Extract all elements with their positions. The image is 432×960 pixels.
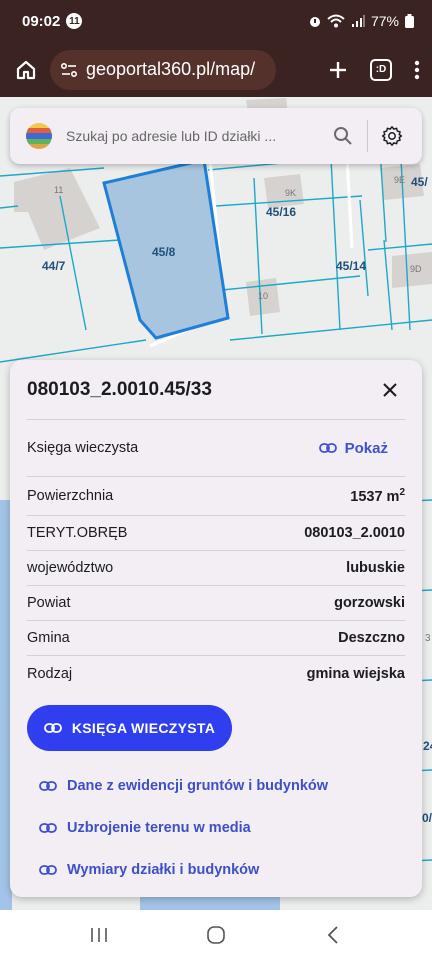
site-settings-icon xyxy=(60,62,78,77)
status-time: 09:02 xyxy=(22,12,61,30)
link-label: Dane z ewidencji gruntów i budynków xyxy=(67,778,329,794)
row-powiat: Powiat gorzowski xyxy=(27,586,405,621)
gear-icon xyxy=(381,126,403,146)
link-icon xyxy=(39,865,57,875)
address-bar[interactable]: geoportal360.pl/map/ xyxy=(50,49,276,90)
land-register-button-label: KSIĘGA WIECZYSTA xyxy=(71,720,216,736)
show-link-label: Pokaż xyxy=(344,439,388,457)
row-value: 080103_2.0010 xyxy=(304,525,405,541)
home-nav-icon xyxy=(207,926,225,944)
home-nav-button[interactable] xyxy=(192,915,240,955)
battery-percent: 77% xyxy=(370,13,399,29)
map-label-45-16: 45/16 xyxy=(266,205,296,219)
row-gmina: Gmina Deszczno xyxy=(27,621,405,656)
row-value: gmina wiejska xyxy=(306,665,405,682)
parcel-info-panel: 080103_2.0010.45/33 Księga wieczysta Pok… xyxy=(10,360,422,897)
link-icon xyxy=(43,723,62,733)
map-label-44-7: 44/7 xyxy=(42,259,66,273)
link-icon xyxy=(318,443,337,453)
close-icon xyxy=(383,382,397,397)
area-value: 1537 m2 xyxy=(350,487,405,505)
status-icons: 77% xyxy=(309,13,414,29)
search-input[interactable] xyxy=(66,128,325,144)
tabs-button[interactable]: :D xyxy=(370,58,392,81)
notification-badge: 11 xyxy=(66,13,83,29)
url-text: geoportal360.pl/map/ xyxy=(86,59,256,79)
related-links: Dane z ewidencji gruntów i budynków Uzbr… xyxy=(27,765,405,891)
panel-header: 080103_2.0010.45/33 xyxy=(27,360,405,420)
area-number: 1537 m xyxy=(350,488,400,505)
row-ksiega-wieczysta: Księga wieczysta Pokaż xyxy=(27,420,405,477)
recent-apps-button[interactable] xyxy=(75,915,123,955)
map-label-45-14: 45/14 xyxy=(336,259,366,273)
row-value: lubuskie xyxy=(346,560,405,576)
link-icon xyxy=(39,781,57,791)
map-label-right-24: 24 xyxy=(423,739,432,753)
map-label-9d: 9D xyxy=(410,264,422,274)
land-register-button[interactable]: KSIĘGA WIECZYSTA xyxy=(27,705,232,751)
battery-icon xyxy=(405,14,414,28)
link-label: Uzbrojenie terenu w media xyxy=(67,820,251,836)
row-value: Deszczno xyxy=(338,630,405,646)
home-button[interactable] xyxy=(12,56,40,84)
close-button[interactable] xyxy=(375,375,405,405)
link-label: Wymiary działki i budynków xyxy=(67,862,260,878)
row-label: Gmina xyxy=(27,630,70,646)
geoportal-logo-icon xyxy=(26,123,52,149)
dimensions-link[interactable]: Wymiary działki i budynków xyxy=(27,849,405,891)
building-11 xyxy=(14,168,100,250)
back-icon xyxy=(328,926,338,944)
row-label: TERYT.OBRĘB xyxy=(27,525,128,541)
land-records-link[interactable]: Dane z ewidencji gruntów i budynków xyxy=(27,765,405,807)
row-label: województwo xyxy=(27,560,114,576)
row-rodzaj: Rodzaj gmina wiejska xyxy=(27,656,405,691)
browser-toolbar: geoportal360.pl/map/ :D xyxy=(0,42,432,97)
utilities-link[interactable]: Uzbrojenie terenu w media xyxy=(27,807,405,849)
wifi-icon xyxy=(327,14,345,28)
row-label: Powiat xyxy=(27,595,71,611)
parcel-id-title: 080103_2.0010.45/33 xyxy=(27,378,212,400)
search-bar xyxy=(10,108,422,164)
row-powierzchnia: Powierzchnia 1537 m2 xyxy=(27,477,405,516)
map-label-45-right: 45/ xyxy=(411,175,428,189)
back-button[interactable] xyxy=(309,915,357,955)
row-label: Księga wieczysta xyxy=(27,440,139,456)
search-divider xyxy=(367,120,368,152)
alarm-icon xyxy=(309,17,320,27)
home-icon xyxy=(16,60,36,79)
row-label: Rodzaj xyxy=(27,665,73,682)
browser-actions: :D xyxy=(328,58,420,81)
map-label-right-0: 0/ xyxy=(422,811,432,825)
map-label-11: 11 xyxy=(54,185,63,195)
row-value: gorzowski xyxy=(334,595,405,611)
more-options-icon[interactable] xyxy=(414,60,420,80)
map-label-9e: 9E xyxy=(394,175,405,185)
signal-icon xyxy=(351,15,365,27)
map-label-10: 10 xyxy=(258,291,268,301)
search-icon xyxy=(334,127,352,145)
new-tab-icon[interactable] xyxy=(328,60,348,80)
system-nav-bar xyxy=(0,910,432,960)
search-button[interactable] xyxy=(325,118,361,154)
status-bar: 09:02 11 77% xyxy=(0,0,432,42)
map-label-45-8: 45/8 xyxy=(152,245,176,259)
settings-button[interactable] xyxy=(374,118,410,154)
area-unit-exponent: 2 xyxy=(399,487,405,499)
row-label: Powierzchnia xyxy=(27,488,114,504)
row-wojewodztwo: województwo lubuskie xyxy=(27,551,405,586)
row-teryt-obreb: TERYT.OBRĘB 080103_2.0010 xyxy=(27,516,405,551)
map-label-right-3: 3 xyxy=(425,633,431,644)
link-icon xyxy=(39,823,57,833)
recent-apps-icon xyxy=(90,928,107,942)
map-label-9k: 9K xyxy=(285,188,296,198)
show-land-register-link[interactable]: Pokaż xyxy=(318,439,388,457)
